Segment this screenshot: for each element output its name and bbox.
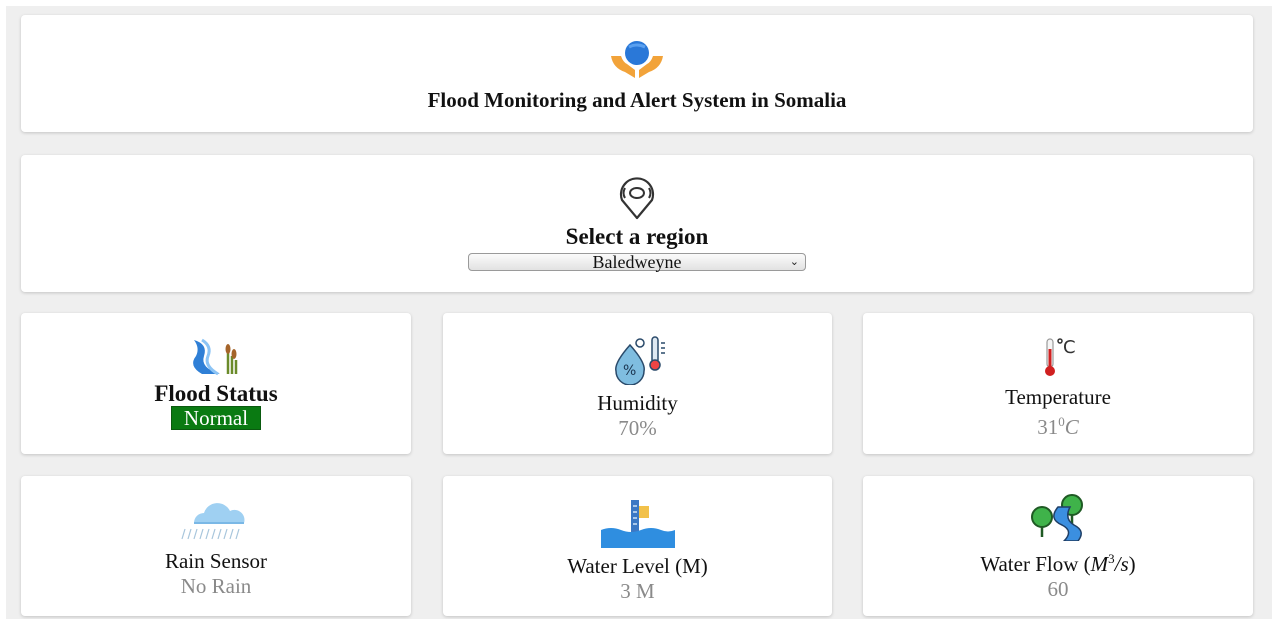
svg-text:%: % [623, 363, 636, 379]
status-badge: Normal [170, 406, 262, 430]
flood-status-card: Flood Status Normal [21, 313, 411, 454]
rain-sensor-title: Rain Sensor [164, 549, 268, 573]
water-level-icon [600, 500, 675, 548]
temperature-value: 310C [1037, 414, 1079, 439]
region-select-value: Baledweyne [592, 252, 682, 272]
rain-sensor-value: No Rain [180, 574, 252, 598]
humidity-value: 70% [618, 416, 657, 440]
hands-globe-icon [611, 41, 663, 78]
chevron-down-icon: ⌄ [789, 256, 799, 268]
temperature-card: C Temperature 310C [863, 313, 1253, 454]
river-icon [193, 338, 238, 376]
water-flow-icon [1031, 494, 1083, 541]
app-title: Flood Monitoring and Alert System in Som… [427, 88, 847, 112]
water-level-value: 3 M [620, 579, 655, 603]
water-level-card: Water Level (M) 3 M [443, 476, 832, 616]
location-pin-icon [619, 177, 655, 220]
temperature-title: Temperature [1005, 385, 1111, 409]
water-level-title: Water Level (M) [567, 554, 708, 578]
thermometer-icon: C [1045, 337, 1076, 376]
region-card: Select a region Baledweyne ⌄ [21, 155, 1253, 292]
region-select[interactable]: Baledweyne ⌄ [468, 253, 806, 271]
rain-sensor-card: Rain Sensor No Rain [21, 476, 411, 616]
water-flow-value: 60 [1047, 577, 1069, 601]
region-label: Select a region [565, 224, 709, 249]
water-flow-card: Water Flow (M3/s) 60 [863, 476, 1253, 616]
humidity-title: Humidity [597, 391, 678, 415]
flood-status-title: Flood Status [154, 381, 278, 406]
humidity-card: % Humidity 70% [443, 313, 832, 454]
water-flow-title: Water Flow (M3/s) [980, 551, 1136, 576]
header-card: Flood Monitoring and Alert System in Som… [21, 15, 1253, 132]
svg-text:C: C [1063, 337, 1076, 358]
humidity-icon: % [614, 336, 665, 385]
rain-cloud-icon [181, 503, 245, 540]
